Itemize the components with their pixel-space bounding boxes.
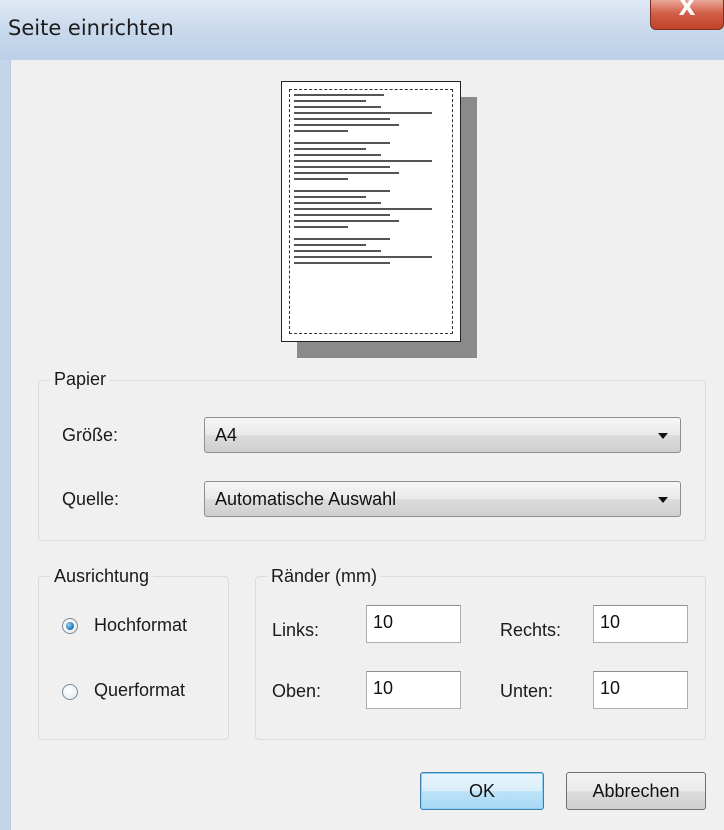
orientation-group-legend: Ausrichtung [50, 566, 154, 587]
margin-left-label: Links: [272, 620, 320, 640]
margin-right-input[interactable]: 10 [593, 605, 688, 643]
source-label: Quelle: [62, 489, 120, 509]
title-bar: Seite einrichten X [0, 0, 724, 60]
paper-source-select[interactable]: Automatische Auswahl [204, 481, 681, 517]
cancel-button[interactable]: Abbrechen [566, 772, 706, 810]
window-title: Seite einrichten [8, 16, 174, 40]
orientation-group [38, 576, 229, 740]
paper-group-legend: Papier [50, 369, 111, 390]
window-frame-left [0, 60, 10, 830]
landscape-radio[interactable] [62, 684, 78, 700]
paper-source-value: Automatische Auswahl [215, 489, 397, 509]
page-preview [281, 81, 461, 342]
chevron-down-icon [658, 433, 668, 439]
margins-group-legend: Ränder (mm) [267, 566, 382, 587]
margin-bottom-input[interactable]: 10 [593, 671, 688, 709]
ok-button[interactable]: OK [420, 772, 544, 810]
margin-bottom-label: Unten: [500, 681, 554, 701]
landscape-label[interactable]: Querformat [94, 680, 185, 701]
portrait-label[interactable]: Hochformat [94, 615, 187, 636]
size-label: Größe: [62, 425, 119, 445]
margin-top-label: Oben: [272, 681, 322, 701]
margins-group [255, 576, 706, 740]
portrait-radio[interactable] [62, 618, 78, 634]
close-button[interactable]: X [650, 0, 724, 30]
margin-top-input[interactable]: 10 [366, 671, 461, 709]
close-icon: X [678, 0, 696, 21]
paper-size-value: A4 [215, 425, 238, 445]
chevron-down-icon [658, 497, 668, 503]
paper-size-select[interactable]: A4 [204, 417, 681, 453]
margin-left-input[interactable]: 10 [366, 605, 461, 643]
preview-text-lines [294, 94, 444, 268]
margin-right-label: Rechts: [500, 620, 562, 640]
